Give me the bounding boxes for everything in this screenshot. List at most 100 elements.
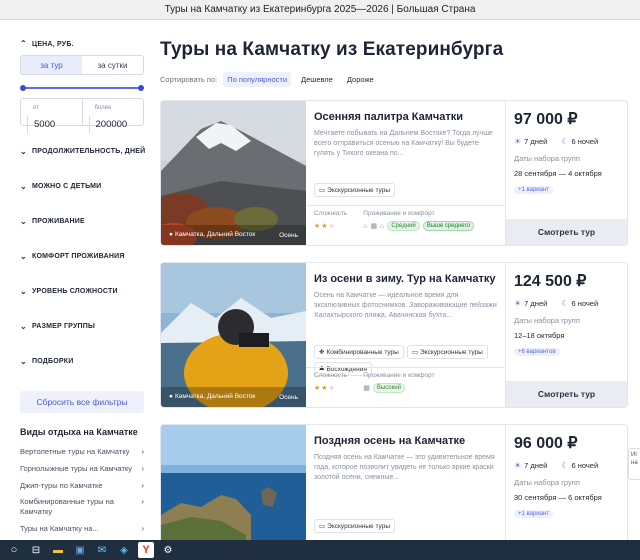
variants-badge[interactable]: +6 вариантов	[514, 348, 560, 356]
sun-icon: ☀	[514, 137, 522, 146]
sun-icon: ☀	[514, 461, 522, 470]
tour-tag[interactable]: ▭ Экскурсионные туры	[406, 345, 488, 359]
taskbar: ○ ⊟ ▬ ▣ ✉ ◈ Y ⚙	[0, 540, 640, 560]
price-slider[interactable]	[20, 85, 144, 91]
tour-card[interactable]: ● Камчатка, Дальний Восток Осень Из осени…	[160, 262, 628, 408]
price-to-field[interactable]: более 200000	[81, 99, 144, 133]
sort-cheaper[interactable]: Дешевле	[297, 72, 337, 87]
tour-nights: 6 ночей	[571, 461, 599, 470]
price-slider-max-handle[interactable]	[138, 85, 144, 91]
tour-photo[interactable]	[161, 425, 306, 540]
reset-filters-button[interactable]: Сбросить все фильтры	[20, 391, 144, 413]
filter-duration-label: ПРОДОЛЖИТЕЛЬНОСТЬ, ДНЕЙ	[32, 148, 146, 155]
tour-title[interactable]: Осенняя палитра Камчатки	[314, 111, 497, 123]
bus-icon: ▭	[411, 349, 418, 356]
tour-card[interactable]: Поздняя осень на Камчатке Поздняя осень …	[160, 424, 628, 540]
types-item[interactable]: Джип-туры по Камчатке ›	[20, 477, 144, 494]
dates-label: Даты набора групп	[514, 154, 580, 163]
tour-dates: 28 сентября — 4 октября	[514, 169, 602, 178]
types-item[interactable]: Комбинированные туры на Камчатку ›	[20, 494, 144, 520]
yandex-browser-icon[interactable]: Y	[138, 542, 154, 558]
variants-badge[interactable]: +1 вариант	[514, 510, 554, 518]
sort-expensive[interactable]: Дороже	[343, 72, 378, 87]
types-item[interactable]: Вертолетные туры на Камчатку ›	[20, 443, 144, 460]
filter-difficulty[interactable]: ⌄ УРОВЕНЬ СЛОЖНОСТИ	[20, 274, 150, 309]
filter-sections: ⌄ ПРОДОЛЖИТЕЛЬНОСТЬ, ДНЕЙ ⌄ МОЖНО С ДЕТЬМИ…	[20, 134, 150, 379]
chevron-down-icon: ⌄	[20, 181, 27, 191]
comfort-label: Проживание и комфорт	[363, 210, 435, 217]
store-icon[interactable]: ▣	[72, 542, 88, 558]
chevron-down-icon: ⌄	[20, 146, 27, 156]
tour-location: ● Камчатка, Дальний Восток	[169, 231, 259, 239]
tour-metrics: Сложность ★★★ Проживание и комфорт ⌂ ▦ ⌂ С…	[306, 205, 506, 245]
chevron-down-icon: ⌄	[20, 251, 27, 261]
types-title: Виды отдыха на Камчатке	[20, 427, 138, 437]
types-item-label: Джип-туры по Камчатке	[20, 481, 103, 490]
app-icon[interactable]: ◈	[116, 542, 132, 558]
tour-price: 97 000 ₽	[514, 111, 578, 128]
price-from-value[interactable]: 5000	[27, 116, 76, 133]
types-item-label: Туры на Камчатку на...	[20, 524, 99, 533]
price-from-field[interactable]: от 5000	[21, 99, 82, 133]
tour-tag[interactable]: ▭ Экскурсионные туры	[314, 183, 395, 197]
price-slider-min-handle[interactable]	[20, 85, 26, 91]
tour-season: Осень	[279, 232, 298, 239]
filter-accommodation[interactable]: ⌄ ПРОЖИВАНИЕ	[20, 204, 150, 239]
tour-dates: 30 сентября — 6 октября	[514, 493, 602, 502]
photographer-photo	[161, 263, 306, 407]
price-filter-title: ЦЕНА, РУБ.	[32, 40, 74, 48]
tour-metrics: Сложность ★★★ Проживание и комфорт ▦ Выс…	[306, 367, 506, 407]
tour-side: 124 500 ₽ ☀ 7 дней ☾ 6 ночей Даты набора г…	[506, 263, 627, 407]
tour-side: 96 000 ₽ ☀ 7 дней ☾ 6 ночей Даты набора гр…	[506, 425, 627, 540]
sort-label: Сортировать по:	[160, 75, 218, 84]
price-to-value[interactable]: 200000	[88, 116, 138, 133]
per-day-tab[interactable]: за сутки	[82, 56, 143, 74]
filter-comfort[interactable]: ⌄ КОМФОРТ ПРОЖИВАНИЯ	[20, 239, 150, 274]
filter-collections[interactable]: ⌄ ПОДБОРКИ	[20, 344, 150, 379]
task-view-icon[interactable]: ⊟	[28, 542, 44, 558]
tour-tag[interactable]: ▭ Экскурсионные туры	[314, 519, 395, 533]
chevron-down-icon: ⌄	[20, 356, 27, 366]
bus-icon: ▭	[319, 187, 326, 194]
view-tour-button[interactable]: Смотреть тур	[506, 381, 627, 407]
tour-side: 97 000 ₽ ☀ 7 дней ☾ 6 ночей Даты набора гр…	[506, 101, 627, 245]
home-icon: ⌂	[380, 222, 385, 230]
tour-price: 96 000 ₽	[514, 435, 578, 452]
tour-photo[interactable]: ● Камчатка, Дальний Восток Осень	[161, 101, 306, 245]
variants-badge[interactable]: +1 вариант	[514, 186, 554, 194]
sort-popular[interactable]: По популярности	[223, 72, 292, 87]
mail-icon[interactable]: ✉	[94, 542, 110, 558]
filter-with-kids[interactable]: ⌄ МОЖНО С ДЕТЬМИ	[20, 169, 150, 204]
difficulty-rating: ★★★	[314, 223, 336, 230]
types-item[interactable]: Туры на Камчатку на... ›	[20, 520, 144, 537]
difficulty-block: Сложность ★★★	[314, 372, 347, 405]
price-range-inputs: от 5000 более 200000	[20, 98, 144, 133]
tour-title[interactable]: Из осени в зиму. Тур на Камчатку	[314, 273, 497, 285]
types-list: Вертолетные туры на Камчатку › Горнолыжны…	[20, 443, 150, 537]
map-pin-icon: ●	[169, 393, 173, 400]
building-icon: ▦	[363, 385, 370, 392]
tour-card[interactable]: ● Камчатка, Дальний Восток Осень Осенняя …	[160, 100, 628, 246]
tour-photo[interactable]: ● Камчатка, Дальний Восток Осень	[161, 263, 306, 407]
per-tour-tab[interactable]: за тур	[21, 56, 82, 74]
start-icon[interactable]: ○	[6, 542, 22, 558]
types-item[interactable]: Горнолыжные туры на Камчатку ›	[20, 460, 144, 477]
tour-title[interactable]: Поздняя осень на Камчатке	[314, 435, 497, 447]
moon-icon: ☾	[561, 299, 569, 308]
tour-tag[interactable]: ✥ Комбинированные туры	[314, 345, 404, 359]
difficulty-block: Сложность ★★★	[314, 210, 347, 243]
side-popup-hint[interactable]: Иг на	[628, 448, 640, 480]
filter-group-size[interactable]: ⌄ РАЗМЕР ГРУППЫ	[20, 309, 150, 344]
filter-duration[interactable]: ⌄ ПРОДОЛЖИТЕЛЬНОСТЬ, ДНЕЙ	[20, 134, 150, 169]
settings-gear-icon[interactable]: ⚙	[160, 542, 176, 558]
file-explorer-icon[interactable]: ▬	[50, 542, 66, 558]
tour-nights: 6 ночей	[571, 299, 599, 308]
filter-sidebar: ⌃ ЦЕНА, РУБ. за тур за сутки от 5000 бол…	[0, 20, 150, 540]
sun-icon: ☀	[514, 299, 522, 308]
tour-price: 124 500 ₽	[514, 273, 587, 290]
price-filter-header[interactable]: ⌃ ЦЕНА, РУБ.	[20, 40, 150, 48]
tour-body: Из осени в зиму. Тур на Камчатку Осень н…	[306, 263, 506, 407]
view-tour-button[interactable]: Смотреть тур	[506, 219, 627, 245]
tour-duration: ☀ 7 дней ☾ 6 ночей	[514, 461, 619, 470]
page-title: Туры на Камчатку из Екатеринбурга	[160, 39, 504, 60]
